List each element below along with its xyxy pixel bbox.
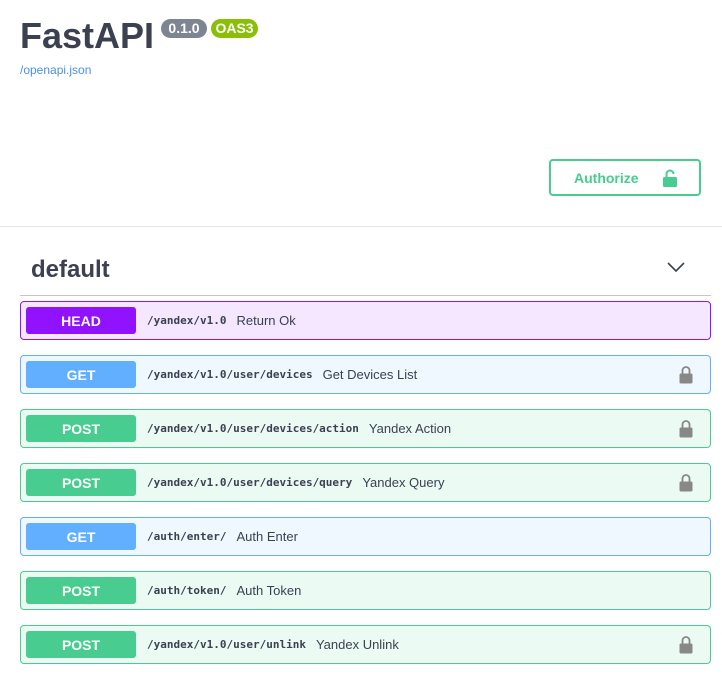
operation-summary: Auth Enter (236, 529, 298, 544)
method-badge: GET (26, 523, 136, 550)
operation-row[interactable]: HEAD/yandex/v1.0 Return Ok (20, 301, 711, 340)
api-title: FastAPI (20, 15, 155, 56)
operation-summary: Auth Token (236, 583, 302, 598)
method-badge: POST (26, 415, 136, 442)
method-badge: POST (26, 577, 136, 604)
lock-icon[interactable] (679, 473, 693, 497)
operation-row[interactable]: GET/auth/enter/Auth Enter (20, 517, 711, 556)
operation-row[interactable]: POST/yandex/v1.0/user/unlink Yandex Unlin… (20, 625, 711, 664)
operation-summary: Return Ok (236, 313, 296, 328)
operation-path: /auth/token/ (147, 584, 227, 597)
operation-row[interactable]: GET/yandex/v1.0/user/devices Get Devices … (20, 355, 711, 394)
operation-path: /yandex/v1.0/user/devices/query (147, 476, 353, 489)
operation-path: /auth/enter/ (147, 530, 227, 543)
section-title: default (31, 256, 110, 283)
version-badge: 0.1.0 (161, 19, 207, 38)
method-badge: GET (26, 361, 136, 388)
authorize-label: Authorize (574, 169, 639, 186)
method-badge: POST (26, 469, 136, 496)
oas-badge: OAS3 (211, 19, 258, 38)
operation-summary: Yandex Action (368, 421, 452, 436)
info-header: FastAPI 0.1.0 OAS3 /openapi.json Authori… (0, 0, 722, 227)
operation-summary: Yandex Unlink (315, 637, 399, 652)
openapi-json-link[interactable]: /openapi.json (20, 63, 91, 77)
operation-row[interactable]: POST/auth/token/Auth Token (20, 571, 711, 610)
tag-section-default[interactable]: default (20, 245, 711, 296)
operation-summary: Yandex Query (362, 475, 445, 490)
operation-path: /yandex/v1.0/user/unlink (147, 638, 306, 651)
chevron-down-icon[interactable] (667, 260, 685, 278)
authorize-button[interactable]: Authorize (549, 159, 701, 196)
operation-summary: Get Devices List (322, 367, 418, 382)
method-badge: HEAD (26, 307, 136, 334)
operation-row[interactable]: POST/yandex/v1.0/user/devices/query Yande… (20, 463, 711, 502)
unlocked-lock-icon (663, 169, 677, 190)
operation-row[interactable]: POST/yandex/v1.0/user/devices/action Yand… (20, 409, 711, 448)
lock-icon[interactable] (679, 635, 693, 659)
lock-icon[interactable] (679, 365, 693, 389)
operation-path: /yandex/v1.0/user/devices (147, 368, 313, 381)
operation-path: /yandex/v1.0/user/devices/action (147, 422, 359, 435)
lock-icon[interactable] (679, 419, 693, 443)
method-badge: POST (26, 631, 136, 658)
header-divider (0, 226, 722, 227)
operation-path: /yandex/v1.0 (147, 314, 227, 327)
